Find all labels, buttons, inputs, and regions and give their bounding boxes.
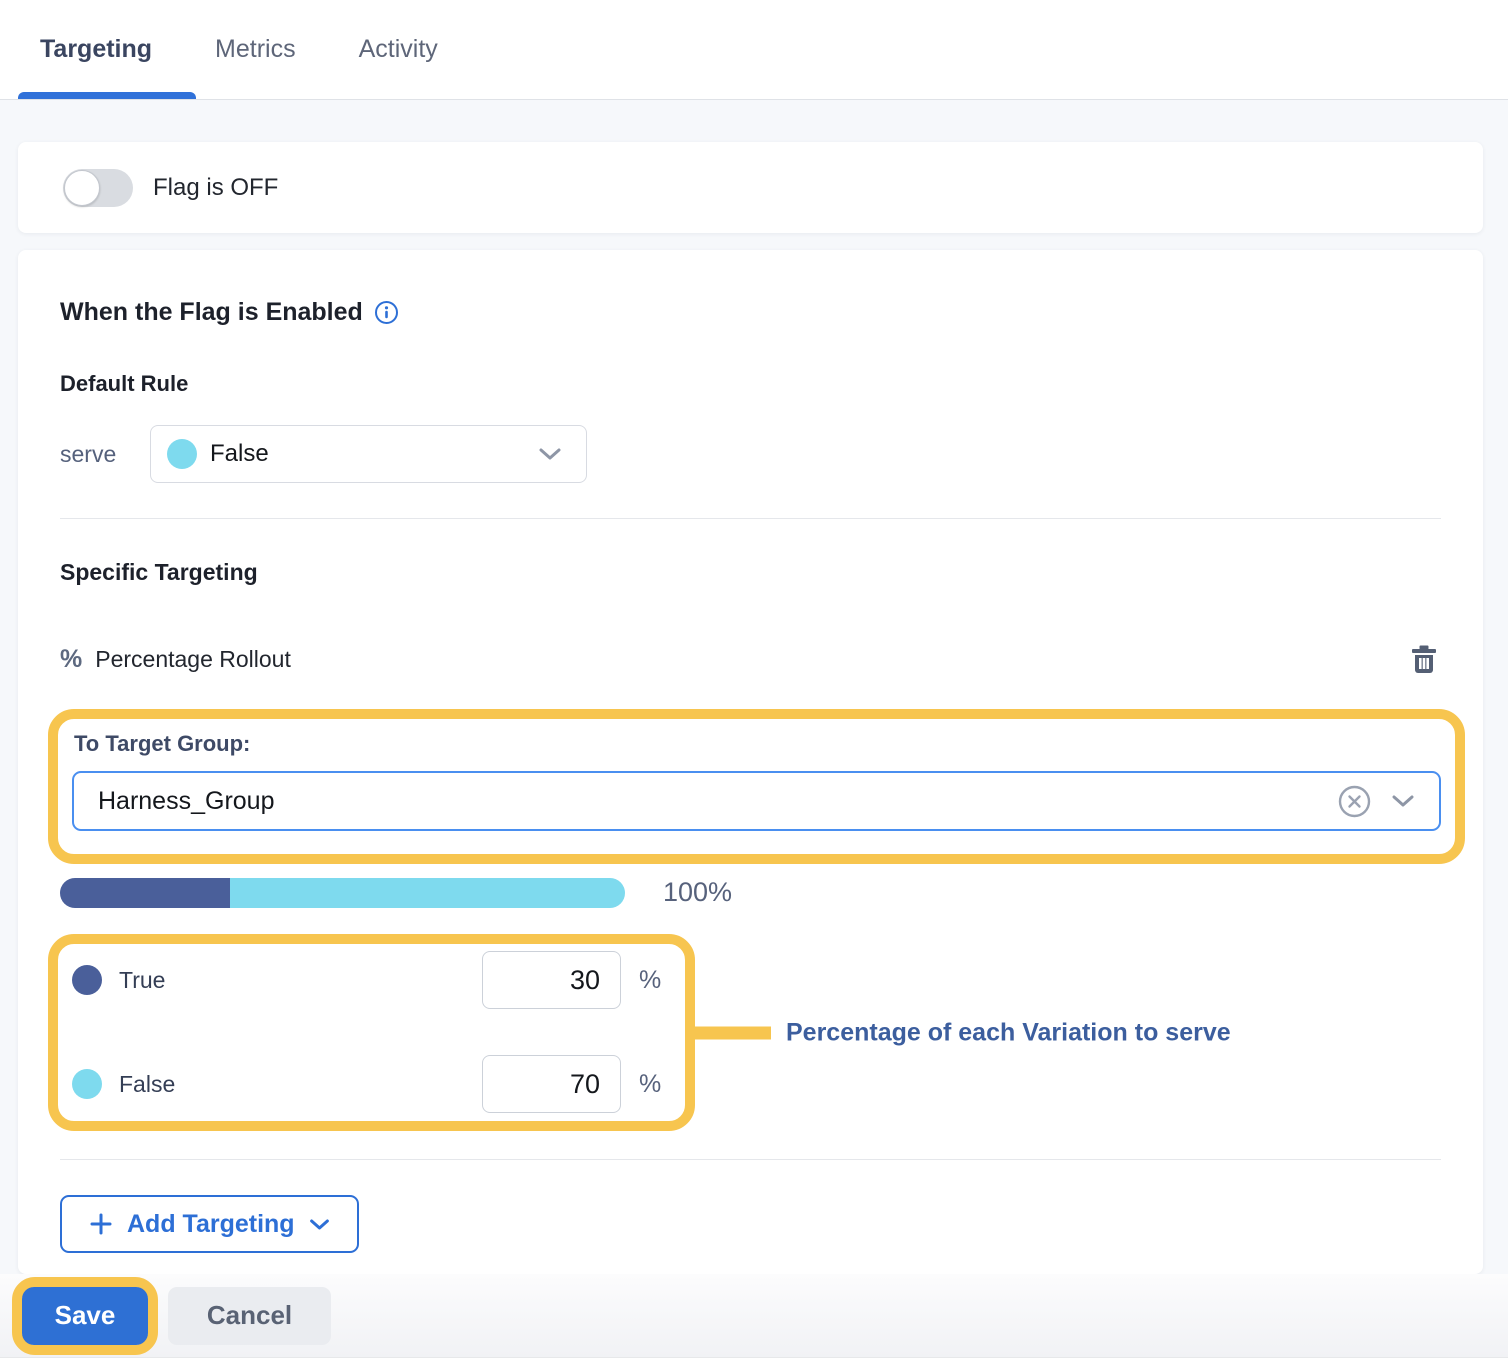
percent-unit-label: % — [639, 966, 663, 995]
default-rule-heading: Default Rule — [60, 371, 1441, 397]
variation-color-dot — [167, 439, 197, 469]
flag-toggle-knob — [64, 170, 100, 206]
variation-row-false: False % — [72, 1055, 663, 1113]
flag-toggle[interactable] — [63, 169, 133, 207]
flag-status-label: Flag is OFF — [153, 174, 278, 202]
add-targeting-button[interactable]: Add Targeting — [60, 1195, 359, 1253]
when-flag-enabled-heading: When the Flag is Enabled — [60, 298, 1441, 327]
page-content: Flag is OFF When the Flag is Enabled Def… — [0, 100, 1508, 1274]
variation-name: True — [119, 967, 482, 994]
add-targeting-label: Add Targeting — [127, 1210, 295, 1239]
save-highlight-ring: Save — [12, 1277, 158, 1355]
clear-selection-button[interactable] — [1338, 785, 1371, 818]
variation-row-true: True % — [72, 951, 663, 1009]
variation-color-dot — [72, 965, 102, 995]
specific-targeting-heading: Specific Targeting — [60, 559, 1441, 586]
percentage-rollout-label: Percentage Rollout — [95, 646, 291, 673]
distribution-segment-false — [230, 878, 626, 908]
info-icon[interactable] — [374, 300, 399, 325]
annotation-text: Percentage of each Variation to serve — [786, 1018, 1231, 1047]
variation-color-dot — [72, 1069, 102, 1099]
variation-percent-input-false[interactable] — [482, 1055, 621, 1113]
percent-icon: % — [60, 645, 82, 674]
variations-section: True % False % Percentage of each Variat… — [48, 934, 695, 1131]
trash-icon — [1409, 643, 1439, 675]
group-dropdown-chevron[interactable] — [1391, 794, 1415, 808]
default-variation-select[interactable]: False — [150, 425, 587, 483]
section-divider — [60, 518, 1441, 519]
chevron-down-icon — [538, 447, 562, 461]
tab-bar: Targeting Metrics Activity — [0, 0, 1508, 100]
form-action-footer: Save Cancel — [0, 1274, 1508, 1358]
target-group-value: Harness_Group — [98, 787, 1338, 816]
distribution-segment-true — [60, 878, 230, 908]
variation-name: False — [119, 1071, 482, 1098]
distribution-total-label: 100% — [663, 877, 732, 908]
circle-x-icon — [1338, 785, 1371, 818]
percent-unit-label: % — [639, 1070, 663, 1099]
serve-label: serve — [60, 441, 150, 468]
variation-percent-input-true[interactable] — [482, 951, 621, 1009]
delete-rollout-button[interactable] — [1407, 642, 1441, 676]
default-rule-serve-row: serve False — [60, 425, 1441, 483]
variations-highlight-box: True % False % — [48, 934, 695, 1131]
tab-metrics[interactable]: Metrics — [215, 35, 296, 64]
distribution-bar — [60, 878, 625, 908]
annotation-connector-line — [695, 1026, 771, 1039]
plus-icon — [89, 1212, 113, 1236]
tab-targeting[interactable]: Targeting — [40, 35, 152, 64]
when-flag-enabled-title: When the Flag is Enabled — [60, 298, 363, 327]
targeting-rules-card: When the Flag is Enabled Default Rule se… — [18, 250, 1483, 1274]
save-button[interactable]: Save — [22, 1287, 148, 1345]
cancel-button[interactable]: Cancel — [168, 1287, 331, 1345]
chevron-down-icon — [1391, 794, 1415, 808]
tab-activity[interactable]: Activity — [359, 35, 438, 64]
default-variation-value: False — [210, 440, 538, 468]
active-tab-indicator — [18, 92, 196, 99]
target-group-label: To Target Group: — [72, 731, 1441, 757]
target-group-highlight-box: To Target Group: Harness_Group — [48, 709, 1465, 864]
distribution-row: 100% — [60, 877, 1441, 908]
section-divider — [60, 1159, 1441, 1160]
flag-status-card: Flag is OFF — [18, 142, 1483, 233]
chevron-down-icon — [309, 1218, 330, 1231]
percentage-rollout-row: % Percentage Rollout — [60, 642, 1441, 676]
target-group-select[interactable]: Harness_Group — [72, 771, 1441, 831]
